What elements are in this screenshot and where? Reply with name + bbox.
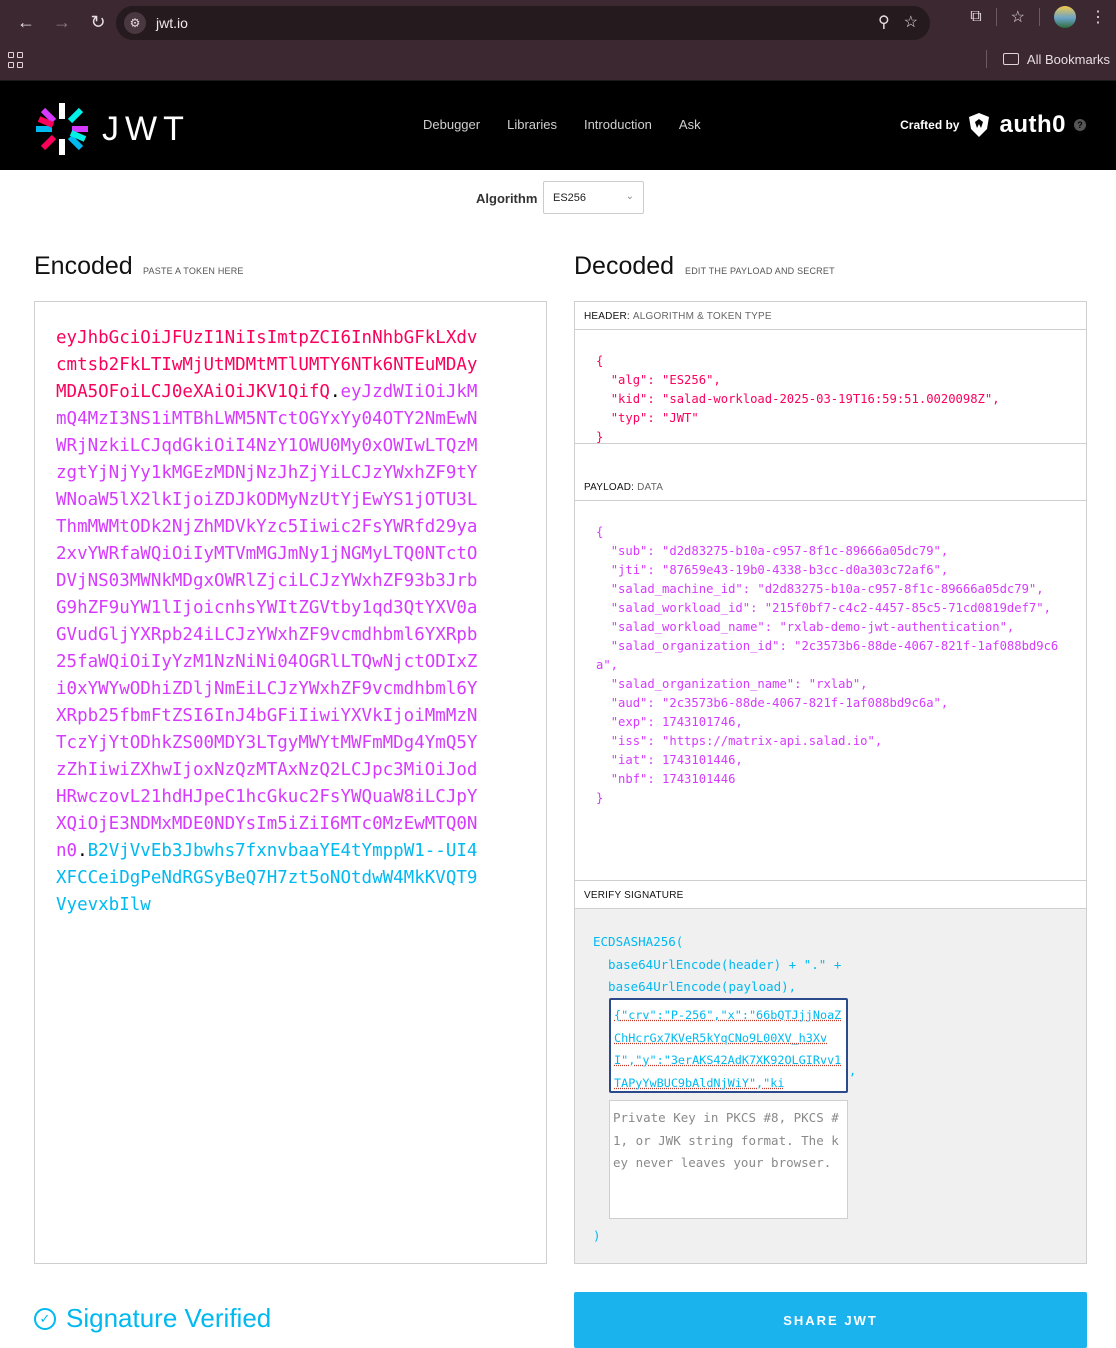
payload-section-title: PAYLOAD: DATA (575, 473, 1086, 501)
verify-signature-title: VERIFY SIGNATURE (575, 881, 1086, 909)
nav-introduction[interactable]: Introduction (584, 117, 652, 132)
decoded-heading: Decoded (574, 252, 675, 280)
bookmarks-divider (985, 50, 987, 68)
auth0-shield-icon (969, 113, 990, 137)
token-signature-part: B2VjVvEb3Jbwhs7fxnvbaaYE4tYmppW1--UI4XFC… (56, 841, 478, 915)
payload-label: PAYLOAD: (584, 482, 635, 493)
header-label: HEADER: (584, 311, 630, 322)
all-bookmarks-button[interactable]: All Bookmarks (985, 50, 1110, 68)
reload-icon[interactable]: ↻ (80, 4, 116, 40)
check-circle-icon: ✓ (34, 1307, 56, 1330)
algorithm-value: ES256 (553, 192, 587, 204)
zoom-icon[interactable]: ⚲ (878, 12, 890, 32)
crafted-by-auth0[interactable]: Crafted by auth0 ? (900, 111, 1086, 139)
public-key-input[interactable]: {"crv":"P-256","x":"66bQTJjjNoaZChHcrGx7… (609, 998, 848, 1093)
address-bar[interactable]: ⚙ jwt.io ⚲ ☆ (116, 6, 930, 40)
decoded-panel: HEADER: ALGORITHM & TOKEN TYPE { "alg": "… (574, 301, 1087, 1264)
header-json-editor[interactable]: { "alg": "ES256", "kid": "salad-workload… (575, 352, 1086, 447)
toolbar-divider (995, 8, 997, 26)
forward-icon[interactable]: → (44, 4, 80, 40)
toolbar-divider (1039, 8, 1040, 26)
algorithm-label: Algorithm (476, 191, 538, 206)
algorithm-row: Algorithm ES256 ⌄ (0, 181, 1116, 215)
encoded-token-text[interactable]: eyJhbGciOiJFUzI1NiIsImtpZCI6InNhbGFkLXdv… (56, 325, 486, 919)
reading-list-icon[interactable]: ☆ (1011, 7, 1025, 27)
payload-sublabel: DATA (637, 482, 664, 493)
url-text[interactable]: jwt.io (156, 15, 188, 31)
decoded-subheading: EDIT THE PAYLOAD AND SECRET (685, 266, 835, 276)
site-info-icon[interactable]: ⚙ (124, 12, 146, 34)
chevron-down-icon: ⌄ (625, 191, 634, 202)
algorithm-select[interactable]: ES256 ⌄ (543, 181, 644, 214)
nav-libraries[interactable]: Libraries (507, 117, 557, 132)
bookmarks-bar: All Bookmarks (0, 48, 1116, 72)
nav-debugger[interactable]: Debugger (423, 117, 480, 132)
auth0-wordmark: auth0 (999, 111, 1066, 138)
verify-close-paren: ) (593, 1228, 601, 1243)
bookmark-star-icon[interactable]: ☆ (904, 12, 918, 32)
token-dot: . (329, 382, 341, 402)
help-icon[interactable]: ? (1074, 119, 1086, 131)
encoded-token-editor[interactable]: eyJhbGciOiJFUzI1NiIsImtpZCI6InNhbGFkLXdv… (34, 301, 547, 1264)
nav-ask[interactable]: Ask (679, 117, 701, 132)
folder-icon (1002, 53, 1019, 65)
encoded-heading: Encoded (34, 252, 133, 280)
profile-avatar[interactable] (1054, 6, 1076, 28)
header-section-title: HEADER: ALGORITHM & TOKEN TYPE (575, 302, 1086, 330)
all-bookmarks-label: All Bookmarks (1026, 51, 1110, 67)
menu-kebab-icon[interactable]: ⋮ (1090, 7, 1106, 27)
jwt-wordmark: JWT (102, 109, 190, 148)
signature-verified-status: ✓ Signature Verified (34, 1303, 271, 1334)
payload-section: PAYLOAD: DATA { "sub": "d2d83275-b10a-c95… (575, 473, 1086, 885)
crafted-by-label: Crafted by (900, 118, 960, 132)
site-header: JWT Debugger Libraries Introduction Ask … (0, 80, 1116, 170)
header-sublabel: ALGORITHM & TOKEN TYPE (632, 311, 772, 322)
main-nav: Debugger Libraries Introduction Ask (423, 117, 701, 132)
verify-code: ECDSASHA256( base64UrlEncode(header) + "… (593, 934, 842, 994)
extensions-icon[interactable]: ⧉ (970, 8, 981, 26)
apps-grid-icon[interactable] (8, 52, 24, 68)
payload-json-editor[interactable]: { "sub": "d2d83275-b10a-c957-8f1c-89666a… (575, 523, 1086, 808)
encoded-subheading: PASTE A TOKEN HERE (143, 266, 244, 276)
token-dot: . (77, 841, 88, 861)
jwt-logo-icon (36, 103, 88, 155)
token-payload-part: eyJzdWIiOiJkMmQ4MzI3NS1iMTBhLWM5NTctOGYx… (56, 382, 478, 861)
jwt-logo[interactable]: JWT (34, 101, 190, 157)
signature-verified-text: Signature Verified (66, 1303, 272, 1333)
header-section: HEADER: ALGORITHM & TOKEN TYPE { "alg": "… (575, 302, 1086, 444)
browser-chrome: ← → ↻ ⚙ jwt.io ⚲ ☆ ⧉ ☆ ⋮ All Bookmarks (0, 0, 1116, 80)
verify-signature-section: VERIFY SIGNATURE ECDSASHA256( base64UrlE… (575, 880, 1086, 1263)
back-icon[interactable]: ← (8, 4, 44, 40)
private-key-input[interactable]: Private Key in PKCS #8, PKCS #1, or JWK … (609, 1100, 848, 1219)
share-jwt-button[interactable]: SHARE JWT (574, 1292, 1087, 1348)
key-separator: , (849, 1064, 857, 1078)
